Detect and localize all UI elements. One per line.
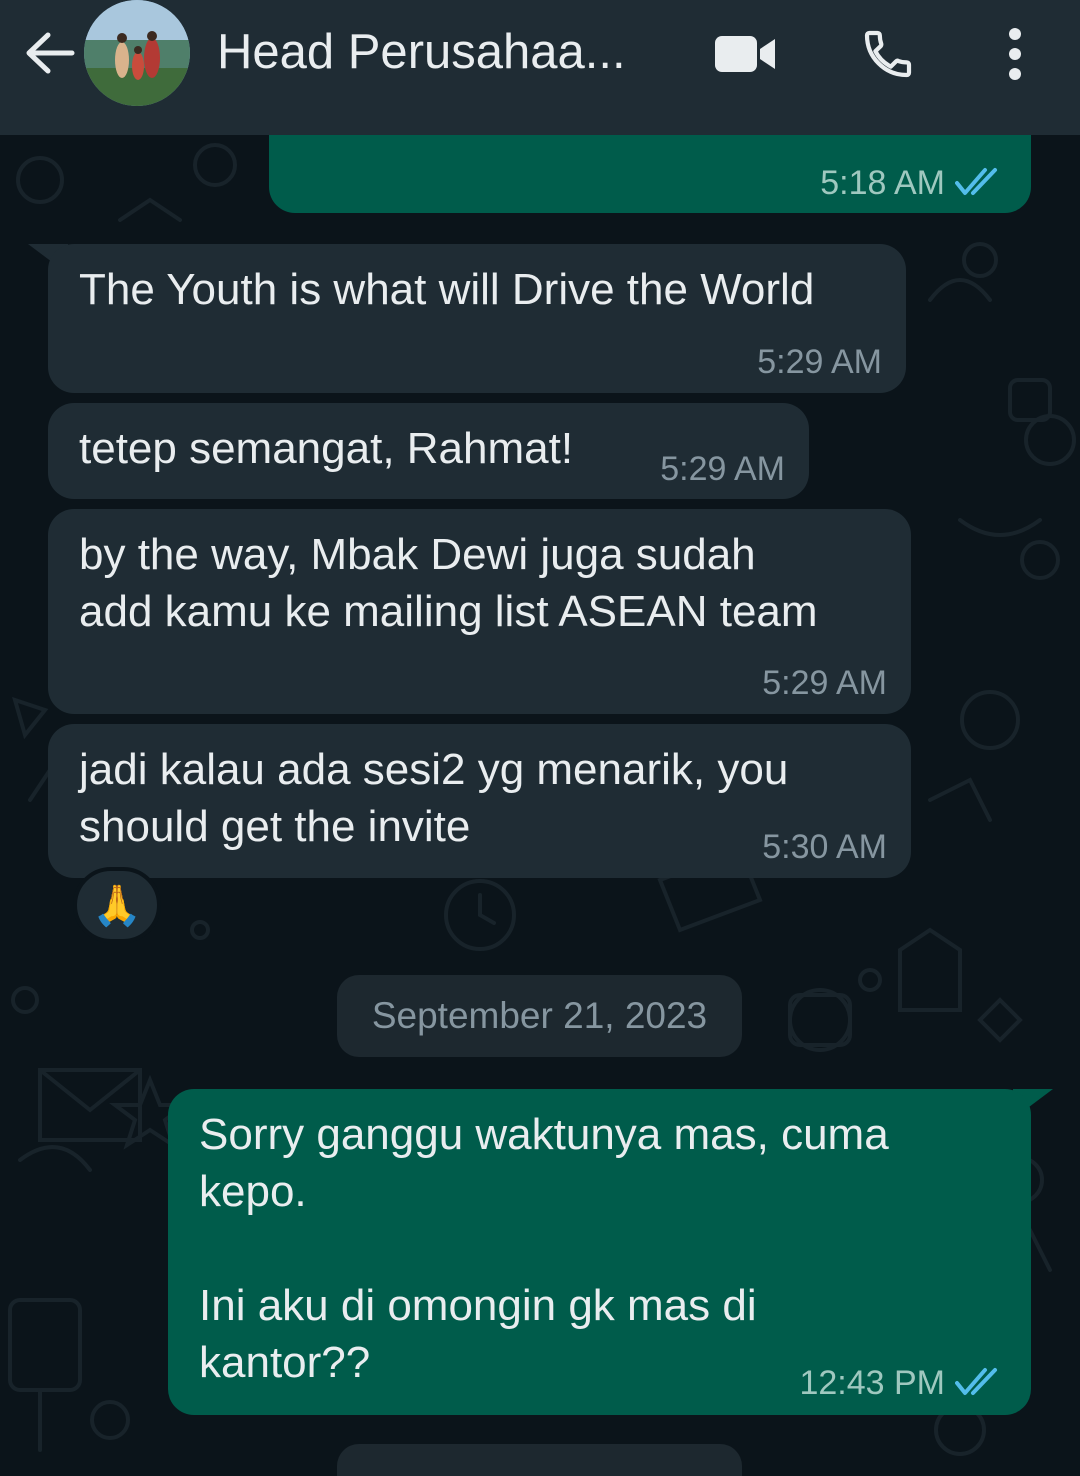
- message-text: jadi kalau ada sesi2 yg menarik, you sho…: [79, 745, 789, 851]
- double-check-icon: [955, 1368, 997, 1395]
- video-call-button[interactable]: [710, 22, 780, 86]
- message-reaction[interactable]: 🙏: [73, 867, 161, 943]
- message-time: 12:43 PM: [799, 1364, 945, 1402]
- chat-screen: Head Perusahaa... 5:18 AM The Youth is w…: [0, 0, 1080, 1476]
- message-bubble-incoming[interactable]: The Youth is what will Drive the World 5…: [48, 244, 906, 393]
- more-options-button[interactable]: [995, 22, 1035, 86]
- contact-name[interactable]: Head Perusahaa...: [217, 22, 657, 82]
- message-text: by the way, Mbak Dewi juga sudah add kam…: [79, 530, 818, 636]
- message-bubble-incoming[interactable]: by the way, Mbak Dewi juga sudah add kam…: [48, 509, 911, 714]
- more-vertical-icon: [1009, 28, 1021, 80]
- message-text: Sorry ganggu waktunya mas, cuma kepo. In…: [199, 1110, 889, 1387]
- message-bubble-incoming[interactable]: tetep semangat, Rahmat! 5:29 AM: [48, 403, 809, 499]
- back-button[interactable]: [20, 25, 80, 81]
- message-bubble-incoming[interactable]: jadi kalau ada sesi2 yg menarik, you sho…: [48, 724, 911, 878]
- contact-photo: [84, 0, 190, 106]
- double-check-icon: [955, 168, 997, 195]
- contact-avatar[interactable]: [84, 0, 190, 106]
- date-separator: September 21, 2023: [337, 975, 742, 1057]
- video-camera-icon: [715, 36, 775, 72]
- chat-header: Head Perusahaa...: [0, 0, 1080, 135]
- message-bubble-outgoing[interactable]: Sorry ganggu waktunya mas, cuma kepo. In…: [168, 1089, 1031, 1415]
- message-time: 5:29 AM: [757, 343, 882, 381]
- message-text: The Youth is what will Drive the World: [79, 265, 815, 314]
- message-time: 5:30 AM: [762, 828, 887, 866]
- date-separator: [337, 1444, 742, 1476]
- message-time: 5:29 AM: [660, 450, 785, 488]
- phone-icon: [864, 30, 912, 78]
- message-text: tetep semangat, Rahmat!: [79, 424, 574, 473]
- praying-hands-emoji: 🙏: [92, 883, 142, 928]
- arrow-left-icon: [26, 32, 75, 74]
- message-time: 5:18 AM: [820, 164, 945, 202]
- message-time: 5:29 AM: [762, 664, 887, 702]
- voice-call-button[interactable]: [856, 22, 920, 86]
